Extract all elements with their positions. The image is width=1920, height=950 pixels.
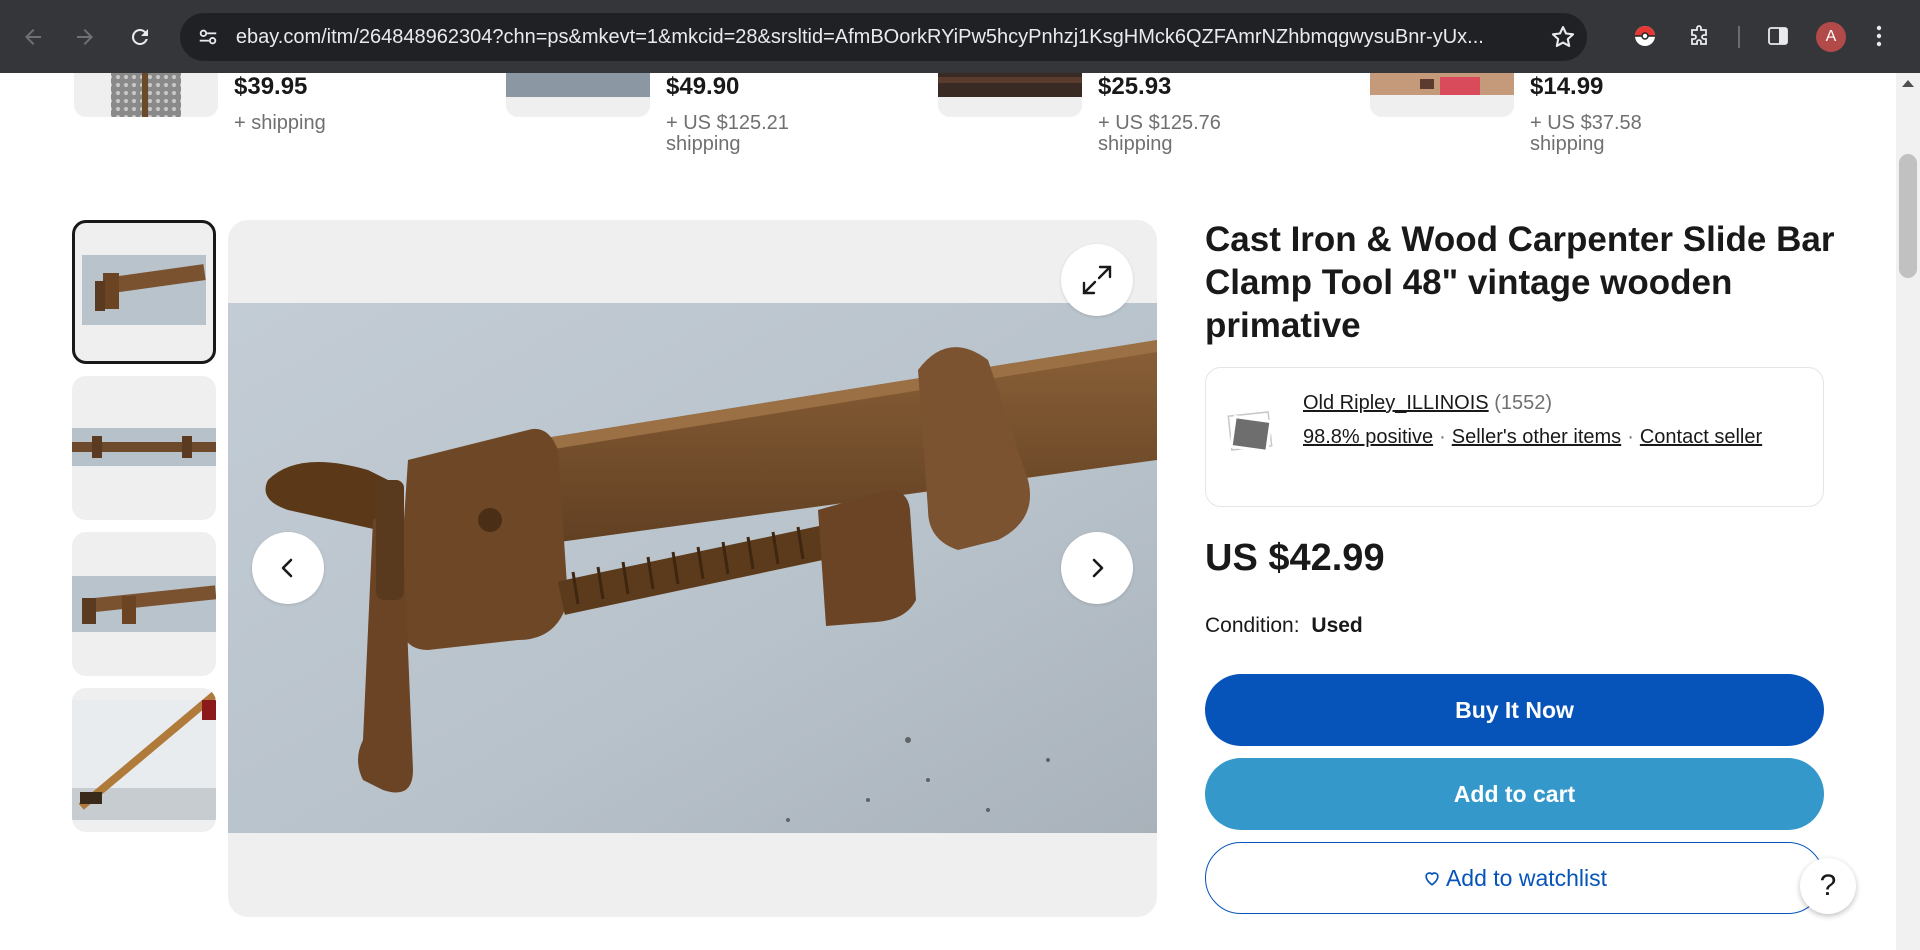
gallery-thumbnail[interactable] [72,376,216,520]
toolbar-divider [1738,26,1740,48]
similar-item-shipping: + US $125.76 shipping [1098,112,1221,155]
similar-item-image[interactable] [506,73,650,117]
separator-dot: · [1627,426,1634,448]
seller-feedback-count: (1552) [1494,392,1553,414]
extensions-puzzle-icon[interactable] [1680,16,1720,56]
help-button[interactable]: ? [1800,858,1856,914]
similar-item-image[interactable] [74,73,218,117]
similar-item-card[interactable]: $14.99 + US $37.58 shipping [1370,73,1770,163]
seller-positive-link[interactable]: 98.8% positive [1303,426,1433,448]
similar-item-shipping: + US $125.21 shipping [666,112,789,155]
similar-item-card[interactable]: $25.93 + US $125.76 shipping [938,73,1338,163]
seller-name-link[interactable]: Old Ripley_ILLINOIS [1303,392,1489,414]
back-icon[interactable] [13,17,53,57]
reload-icon[interactable] [120,17,160,57]
browser-toolbar: ebay.com/itm/264848962304?chn=ps&mkevt=1… [0,0,1920,73]
condition-row: Condition: Used [1205,614,1363,638]
scrollbar-thumb[interactable] [1899,154,1917,278]
chevron-right-icon[interactable] [1061,532,1133,604]
gallery-thumbnail[interactable] [72,220,216,364]
gallery-thumbnail[interactable] [72,688,216,832]
scroll-up-arrow-icon[interactable] [1902,80,1914,87]
kebab-menu-icon[interactable] [1867,16,1891,56]
listing-title: Cast Iron & Wood Carpenter Slide Bar Cla… [1205,220,1835,345]
similar-item-price: $49.90 [666,73,740,100]
seller-card: Old Ripley_ILLINOIS (1552) 98.8% positiv… [1205,367,1824,507]
address-bar[interactable]: ebay.com/itm/264848962304?chn=ps&mkevt=1… [180,13,1587,61]
profile-avatar[interactable]: A [1816,22,1846,52]
similar-item-price: $25.93 [1098,73,1172,100]
pokeball-extension-icon[interactable] [1625,16,1665,56]
heart-icon [1425,872,1439,886]
similar-item-card[interactable]: $49.90 + US $125.21 shipping [506,73,906,163]
similar-item-image[interactable] [1370,73,1514,117]
gallery-thumbnail[interactable] [72,532,216,676]
similar-item-price: $14.99 [1530,73,1604,100]
add-to-watchlist-label: Add to watchlist [1445,864,1608,891]
condition-label: Condition: [1205,614,1300,637]
seller-avatar[interactable] [1224,406,1278,460]
similar-item-card[interactable]: $39.95 + shipping [74,73,474,163]
item-price: US $42.99 [1205,537,1385,579]
separator-dot: · [1439,426,1446,448]
main-product-image[interactable] [228,220,1157,917]
site-settings-icon[interactable] [184,13,232,61]
add-to-watchlist-button[interactable]: Add to watchlist [1205,842,1824,914]
seller-name-line: Old Ripley_ILLINOIS (1552) [1303,392,1552,415]
expand-icon[interactable] [1061,244,1133,316]
buy-it-now-button[interactable]: Buy It Now [1205,674,1824,746]
url-text[interactable]: ebay.com/itm/264848962304?chn=ps&mkevt=1… [232,26,1587,49]
seller-links: 98.8% positive · Seller's other items · Cont… [1303,422,1803,452]
similar-item-shipping: + shipping [234,112,326,134]
contact-seller-link[interactable]: Contact seller [1640,426,1762,448]
similar-item-image[interactable] [938,73,1082,117]
similar-item-price: $39.95 [234,73,308,100]
condition-value: Used [1311,614,1363,637]
side-panel-icon[interactable] [1758,16,1798,56]
bookmark-star-icon[interactable] [1549,23,1577,51]
similar-item-shipping: + US $37.58 shipping [1530,112,1642,155]
add-to-cart-button[interactable]: Add to cart [1205,758,1824,830]
chevron-left-icon[interactable] [252,532,324,604]
forward-icon[interactable] [65,17,105,57]
seller-other-items-link[interactable]: Seller's other items [1452,426,1621,448]
